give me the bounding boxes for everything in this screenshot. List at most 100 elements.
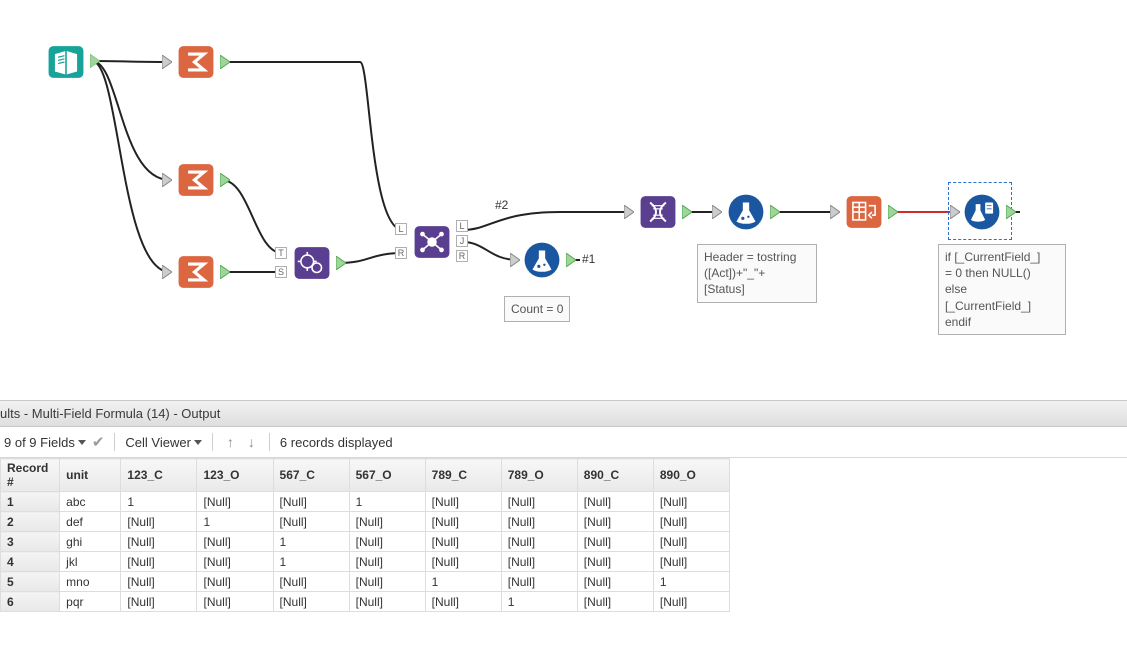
- cell[interactable]: [Null]: [349, 512, 425, 532]
- tool-formula-2[interactable]: [722, 188, 770, 236]
- cell[interactable]: [Null]: [577, 532, 653, 552]
- cell[interactable]: 1: [273, 552, 349, 572]
- tool-join[interactable]: [408, 218, 456, 266]
- cell[interactable]: [Null]: [273, 512, 349, 532]
- cell-unit[interactable]: abc: [60, 492, 121, 512]
- cell[interactable]: [Null]: [501, 552, 577, 572]
- table-row[interactable]: 4jkl[Null][Null]1[Null][Null][Null][Null…: [1, 552, 730, 572]
- output-anchor[interactable]: [336, 256, 346, 270]
- output-anchor[interactable]: [566, 253, 576, 267]
- output-anchor[interactable]: [770, 205, 780, 219]
- input-anchor[interactable]: [712, 205, 722, 219]
- cell[interactable]: [Null]: [425, 532, 501, 552]
- cell[interactable]: [Null]: [577, 552, 653, 572]
- output-anchor[interactable]: [90, 54, 100, 68]
- cell[interactable]: [Null]: [349, 592, 425, 612]
- col-unit[interactable]: unit: [60, 459, 121, 492]
- col-567o[interactable]: 567_O: [349, 459, 425, 492]
- cell[interactable]: 1: [121, 492, 197, 512]
- col-789c[interactable]: 789_C: [425, 459, 501, 492]
- cell[interactable]: [Null]: [577, 592, 653, 612]
- cell[interactable]: 1: [273, 532, 349, 552]
- input-anchor[interactable]: [162, 265, 172, 279]
- cell[interactable]: [Null]: [121, 572, 197, 592]
- cell[interactable]: [Null]: [197, 552, 273, 572]
- cell[interactable]: [Null]: [197, 572, 273, 592]
- cell[interactable]: [Null]: [425, 492, 501, 512]
- output-anchor[interactable]: [220, 173, 230, 187]
- cell[interactable]: [Null]: [425, 592, 501, 612]
- cell[interactable]: [Null]: [121, 552, 197, 572]
- cell-unit[interactable]: def: [60, 512, 121, 532]
- cell-unit[interactable]: pqr: [60, 592, 121, 612]
- tool-append-fields[interactable]: [288, 239, 336, 287]
- cell[interactable]: 1: [197, 512, 273, 532]
- col-record[interactable]: Record #: [1, 459, 60, 492]
- tool-crosstab[interactable]: [840, 188, 888, 236]
- cell[interactable]: [Null]: [349, 572, 425, 592]
- output-anchor[interactable]: [220, 55, 230, 69]
- col-567c[interactable]: 567_C: [273, 459, 349, 492]
- cell[interactable]: [Null]: [425, 512, 501, 532]
- output-anchor[interactable]: [682, 205, 692, 219]
- cell[interactable]: [Null]: [197, 492, 273, 512]
- cell[interactable]: [Null]: [653, 532, 729, 552]
- tool-formula-1[interactable]: [518, 236, 566, 284]
- cell[interactable]: [Null]: [425, 552, 501, 572]
- tool-multi-field-formula[interactable]: [958, 188, 1006, 236]
- cell[interactable]: [Null]: [121, 532, 197, 552]
- cell-unit[interactable]: ghi: [60, 532, 121, 552]
- cell[interactable]: [Null]: [501, 532, 577, 552]
- output-anchor[interactable]: [220, 265, 230, 279]
- input-anchor[interactable]: [624, 205, 634, 219]
- table-row[interactable]: 5mno[Null][Null][Null][Null]1[Null][Null…: [1, 572, 730, 592]
- cell[interactable]: [Null]: [273, 572, 349, 592]
- cell[interactable]: 1: [349, 492, 425, 512]
- cellviewer-dropdown[interactable]: Cell Viewer: [125, 435, 202, 450]
- cell[interactable]: [Null]: [501, 492, 577, 512]
- cell[interactable]: [Null]: [653, 592, 729, 612]
- cell[interactable]: [Null]: [577, 512, 653, 532]
- cell[interactable]: 1: [653, 572, 729, 592]
- cell[interactable]: [Null]: [197, 532, 273, 552]
- tool-summarize-2[interactable]: [172, 156, 220, 204]
- col-123c[interactable]: 123_C: [121, 459, 197, 492]
- cell[interactable]: [Null]: [349, 552, 425, 572]
- cell[interactable]: [Null]: [121, 592, 197, 612]
- cell[interactable]: [Null]: [501, 512, 577, 532]
- cell[interactable]: [Null]: [501, 572, 577, 592]
- col-890c[interactable]: 890_C: [577, 459, 653, 492]
- cell[interactable]: [Null]: [121, 512, 197, 532]
- output-anchor[interactable]: [1006, 205, 1016, 219]
- table-row[interactable]: 1abc1[Null][Null]1[Null][Null][Null][Nul…: [1, 492, 730, 512]
- arrow-up-icon[interactable]: ↑: [223, 434, 238, 450]
- input-anchor[interactable]: [162, 55, 172, 69]
- cell[interactable]: [Null]: [273, 592, 349, 612]
- tool-summarize-3[interactable]: [172, 248, 220, 296]
- input-anchor[interactable]: [162, 173, 172, 187]
- input-anchor[interactable]: [830, 205, 840, 219]
- cell[interactable]: [Null]: [653, 492, 729, 512]
- output-anchor[interactable]: [888, 205, 898, 219]
- tool-summarize-1[interactable]: [172, 38, 220, 86]
- table-row[interactable]: 3ghi[Null][Null]1[Null][Null][Null][Null…: [1, 532, 730, 552]
- col-789o[interactable]: 789_O: [501, 459, 577, 492]
- fields-dropdown[interactable]: 9 of 9 Fields: [4, 435, 86, 450]
- cell-unit[interactable]: mno: [60, 572, 121, 592]
- cell[interactable]: [Null]: [273, 492, 349, 512]
- cell[interactable]: 1: [425, 572, 501, 592]
- arrow-down-icon[interactable]: ↓: [244, 434, 259, 450]
- cell[interactable]: [Null]: [577, 572, 653, 592]
- results-table[interactable]: Record # unit 123_C 123_O 567_C 567_O 78…: [0, 458, 730, 612]
- col-123o[interactable]: 123_O: [197, 459, 273, 492]
- table-row[interactable]: 6pqr[Null][Null][Null][Null][Null]1[Null…: [1, 592, 730, 612]
- cell[interactable]: [Null]: [653, 512, 729, 532]
- cell[interactable]: [Null]: [577, 492, 653, 512]
- col-890o[interactable]: 890_O: [653, 459, 729, 492]
- check-icon[interactable]: ✔: [92, 433, 105, 451]
- cell[interactable]: [Null]: [349, 532, 425, 552]
- tool-dynamic-rename[interactable]: [634, 188, 682, 236]
- cell[interactable]: 1: [501, 592, 577, 612]
- table-row[interactable]: 2def[Null]1[Null][Null][Null][Null][Null…: [1, 512, 730, 532]
- cell[interactable]: [Null]: [653, 552, 729, 572]
